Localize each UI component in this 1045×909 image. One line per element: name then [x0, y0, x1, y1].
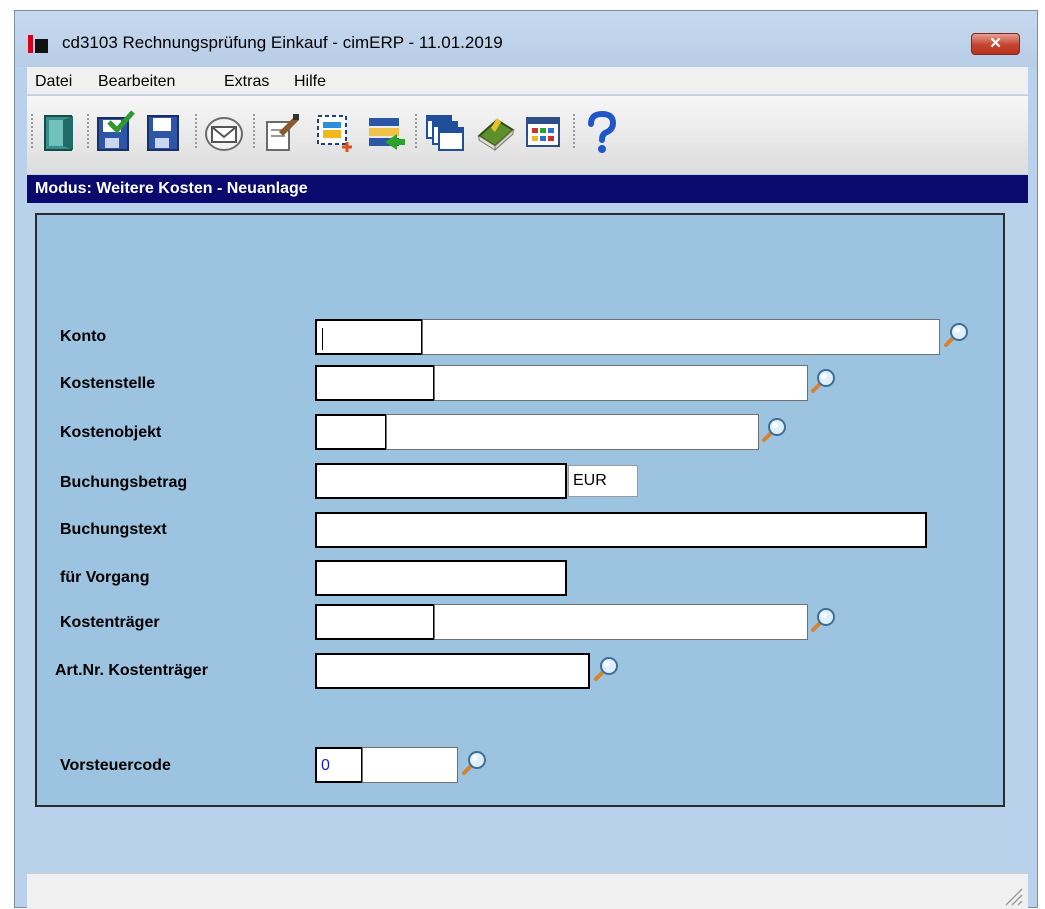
- kostenstelle-label: Kostenstelle: [60, 375, 156, 392]
- artnr-input[interactable]: [315, 653, 590, 689]
- kostenstelle-search-icon[interactable]: [809, 367, 837, 395]
- toolbar-separator: [195, 114, 197, 150]
- list-transfer-icon[interactable]: [365, 110, 407, 154]
- book-icon[interactable]: [475, 110, 517, 154]
- app-logo-icon: [28, 35, 48, 53]
- buchungsbetrag-label: Buchungsbetrag: [60, 474, 188, 491]
- vorgang-label: für Vorgang: [60, 569, 150, 586]
- kostentraeger-code-input[interactable]: [315, 604, 435, 640]
- kostentraeger-search-icon[interactable]: [809, 606, 837, 634]
- artnr-label: Art.Nr. Kostenträger: [55, 662, 208, 679]
- vorsteuercode-code-input[interactable]: 0: [315, 747, 363, 783]
- mode-bar: Modus: Weitere Kosten - Neuanlage: [27, 175, 1028, 203]
- windows-icon[interactable]: [423, 110, 465, 154]
- toolbar-separator: [415, 114, 417, 150]
- exit-door-icon[interactable]: [39, 110, 81, 154]
- toolbar-separator: [573, 114, 575, 150]
- save-check-icon[interactable]: [93, 110, 135, 154]
- toolbar-separator: [253, 114, 255, 150]
- konto-text-input[interactable]: [422, 319, 940, 355]
- konto-code-input[interactable]: [315, 319, 423, 355]
- buchungstext-input[interactable]: [315, 512, 927, 548]
- menu-datei[interactable]: Datei: [35, 73, 72, 91]
- konto-search-icon[interactable]: [942, 321, 970, 349]
- kostenobjekt-search-icon[interactable]: [760, 416, 788, 444]
- kostenobjekt-code-input[interactable]: [315, 414, 387, 450]
- menu-extras[interactable]: Extras: [224, 73, 269, 91]
- kostentraeger-text-input[interactable]: [434, 604, 808, 640]
- currency-display: EUR: [568, 465, 638, 497]
- kostenstelle-code-input[interactable]: [315, 365, 435, 401]
- artnr-search-icon[interactable]: [592, 655, 620, 683]
- window-title: cd3103 Rechnungsprüfung Einkauf - cimERP…: [62, 33, 503, 52]
- help-icon[interactable]: [581, 110, 623, 154]
- resize-grip-icon[interactable]: [1000, 883, 1024, 907]
- application-window: cd3103 Rechnungsprüfung Einkauf - cimERP…: [14, 10, 1038, 909]
- vorgang-input[interactable]: [315, 560, 567, 596]
- cost-entry-panel: Konto Kostenstelle Kostenobjekt Buchungs…: [35, 213, 1005, 807]
- edit-document-icon[interactable]: [261, 110, 303, 154]
- close-button[interactable]: ✕: [971, 33, 1020, 55]
- kostenstelle-text-input[interactable]: [434, 365, 808, 401]
- kostentraeger-label: Kostenträger: [60, 614, 160, 631]
- table-icon[interactable]: [523, 110, 565, 154]
- vorsteuercode-text-input[interactable]: [362, 747, 458, 783]
- toolbar: [27, 96, 1028, 174]
- status-bar: [27, 873, 1028, 909]
- vorsteuercode-search-icon[interactable]: [460, 749, 488, 777]
- envelope-icon[interactable]: [203, 110, 245, 154]
- menu-hilfe[interactable]: Hilfe: [294, 73, 326, 91]
- vorsteuercode-label: Vorsteuercode: [60, 757, 171, 774]
- menu-bar: Datei Bearbeiten Extras Hilfe: [27, 67, 1028, 95]
- kostenobjekt-text-input[interactable]: [386, 414, 759, 450]
- new-selection-icon[interactable]: [313, 110, 355, 154]
- buchungstext-label: Buchungstext: [60, 521, 167, 538]
- text-cursor: [322, 328, 323, 350]
- title-bar[interactable]: cd3103 Rechnungsprüfung Einkauf - cimERP…: [15, 11, 1037, 67]
- toolbar-separator: [31, 114, 33, 150]
- menu-bearbeiten[interactable]: Bearbeiten: [98, 73, 175, 91]
- save-icon[interactable]: [143, 110, 185, 154]
- buchungsbetrag-input[interactable]: [315, 463, 567, 499]
- konto-label: Konto: [60, 328, 107, 345]
- kostenobjekt-label: Kostenobjekt: [60, 424, 162, 441]
- toolbar-separator: [87, 114, 89, 150]
